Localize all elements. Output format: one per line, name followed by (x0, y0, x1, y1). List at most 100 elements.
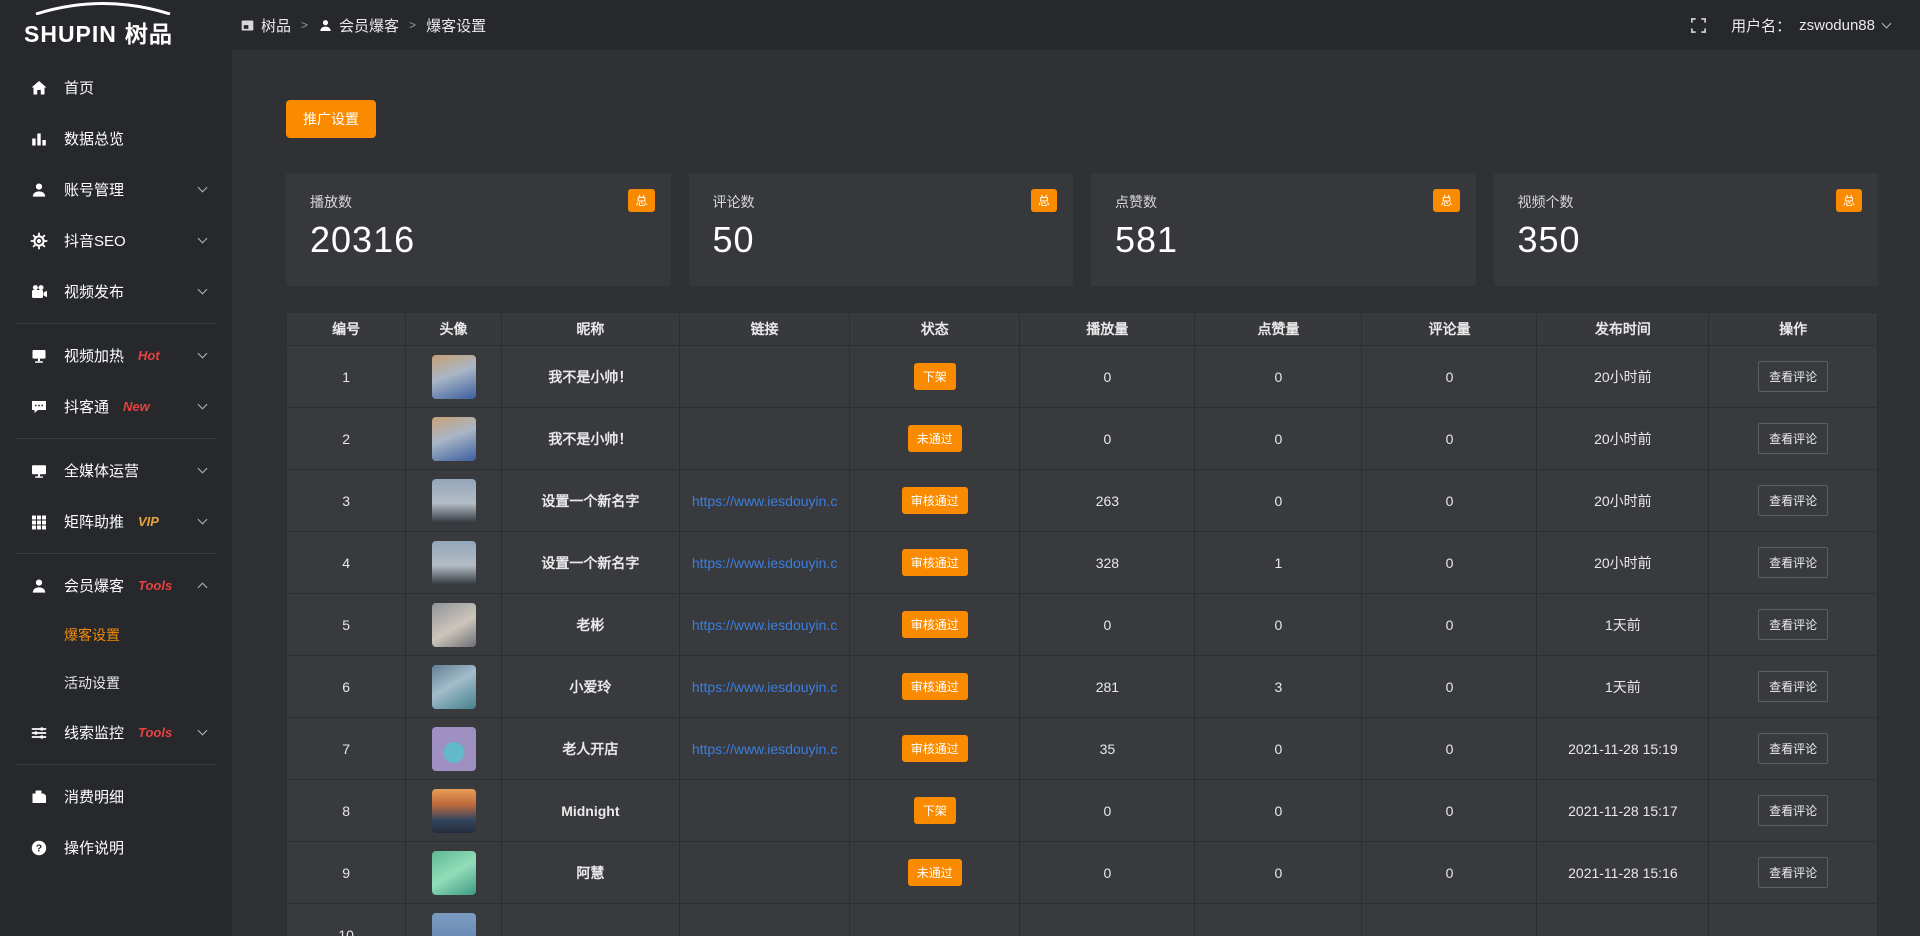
sidebar-item-0[interactable]: 首页 (0, 62, 232, 113)
video-link[interactable]: https://www.iesdouyin.c (680, 493, 849, 509)
video-camera-icon (30, 283, 48, 301)
sidebar-item-7[interactable]: 抖客通New (0, 381, 232, 432)
cell-nickname: 老人开店 (501, 718, 679, 780)
sidebar-item-13[interactable]: 线索监控Tools (0, 707, 232, 758)
view-comments-button[interactable]: 查看评论 (1758, 361, 1828, 392)
table-row-6: 6小爱玲https://www.iesdouyin.c审核通过281301天前查… (287, 656, 1878, 718)
avatar (432, 727, 476, 771)
value-plays: 328 (1096, 555, 1119, 571)
breadcrumb-item-3: 爆客设置 (426, 15, 486, 36)
sidebar-item-12[interactable]: 会员爆客Tools (0, 560, 232, 611)
cell-plays: 0 (1020, 346, 1195, 408)
video-link[interactable]: https://www.iesdouyin.c (680, 679, 849, 695)
chevron-down-icon (198, 464, 208, 474)
chevron-down-icon (198, 183, 208, 193)
video-link[interactable]: https://www.iesdouyin.c (680, 555, 849, 571)
app-logo[interactable]: SHUPIN 树品 (0, 2, 232, 49)
cell-action: 查看评论 (1709, 532, 1878, 594)
fullscreen-icon[interactable] (1690, 17, 1707, 34)
cell-time: 2021-11-28 15:19 (1537, 718, 1709, 780)
breadcrumb-separator: > (301, 18, 308, 32)
nickname: Midnight (561, 803, 619, 819)
view-comments-button[interactable]: 查看评论 (1758, 795, 1828, 826)
sidebar-item-16[interactable]: ?操作说明 (0, 822, 232, 873)
row-id: 9 (342, 865, 350, 881)
value-time: 20小时前 (1594, 369, 1652, 385)
status-badge: 审核通过 (902, 735, 968, 762)
cell-id: 5 (287, 594, 406, 656)
column-header-7: 评论量 (1362, 313, 1537, 346)
stat-card-value: 350 (1518, 219, 1855, 261)
value-time: 2021-11-28 15:17 (1568, 803, 1678, 819)
row-id: 4 (342, 555, 350, 571)
user-label: 用户名： (1731, 15, 1791, 36)
total-badge: 总 (1836, 189, 1862, 212)
cell-nickname (501, 904, 679, 936)
sidebar-item-9[interactable]: 全媒体运营 (0, 445, 232, 496)
breadcrumb-item-1[interactable]: 树品 (240, 15, 291, 36)
status-badge: 未通过 (908, 425, 962, 452)
chevron-down-icon (198, 349, 208, 359)
video-link[interactable]: https://www.iesdouyin.c (680, 617, 849, 633)
value-comments: 0 (1446, 431, 1454, 447)
sidebar: 首页数据总览账号管理抖音SEO 视频发布视频加热Hot抖客通New 全媒体运营矩阵助… (0, 50, 232, 936)
sidebar-item-2[interactable]: 账号管理 (0, 164, 232, 215)
status-badge: 下架 (914, 797, 956, 824)
view-comments-button[interactable]: 查看评论 (1758, 547, 1828, 578)
sidebar-item-label: 视频发布 (64, 281, 124, 302)
stat-card-0: 播放数总20316 (286, 173, 671, 286)
sidebar-item-3[interactable]: 抖音SEO (0, 215, 232, 266)
cell-action: 查看评论 (1709, 718, 1878, 780)
cell-comments: 0 (1362, 594, 1537, 656)
value-time: 1天前 (1605, 617, 1641, 633)
nickname: 设置一个新名字 (541, 493, 639, 509)
cell-likes: 0 (1195, 470, 1362, 532)
logo-arc (28, 2, 232, 15)
user-menu[interactable]: 用户名：zswodun88 (1731, 15, 1890, 36)
value-comments: 0 (1446, 493, 1454, 509)
cell-id: 3 (287, 470, 406, 532)
view-comments-button[interactable]: 查看评论 (1758, 609, 1828, 640)
sidebar-subitem-1[interactable]: 活动设置 (0, 659, 232, 707)
sidebar-item-tag: VIP (138, 514, 159, 529)
cell-time: 2021-11-28 15:17 (1537, 780, 1709, 842)
sidebar-divider (16, 764, 216, 765)
sidebar-item-label: 抖客通 (64, 396, 109, 417)
sidebar-item-10[interactable]: 矩阵助推VIP (0, 496, 232, 547)
row-id: 5 (342, 617, 350, 633)
promo-settings-button[interactable]: 推广设置 (286, 100, 376, 138)
value-time: 20小时前 (1594, 431, 1652, 447)
cell-status: 审核通过 (850, 594, 1020, 656)
view-comments-button[interactable]: 查看评论 (1758, 671, 1828, 702)
sidebar-item-6[interactable]: 视频加热Hot (0, 330, 232, 381)
monitor-icon (30, 462, 48, 480)
cell-plays: 328 (1020, 532, 1195, 594)
sidebar-item-label: 账号管理 (64, 179, 124, 200)
cell-comments: 0 (1362, 532, 1537, 594)
sidebar-item-15[interactable]: 消费明细 (0, 771, 232, 822)
cell-plays: 0 (1020, 408, 1195, 470)
value-plays: 281 (1096, 679, 1119, 695)
cell-time: 20小时前 (1537, 408, 1709, 470)
sidebar-item-1[interactable]: 数据总览 (0, 113, 232, 164)
sidebar-item-4[interactable]: 视频发布 (0, 266, 232, 317)
view-comments-button[interactable]: 查看评论 (1758, 733, 1828, 764)
view-comments-button[interactable]: 查看评论 (1758, 423, 1828, 454)
stat-card-3: 视频个数总350 (1494, 173, 1879, 286)
value-plays: 0 (1104, 431, 1112, 447)
video-link[interactable]: https://www.iesdouyin.c (680, 741, 849, 757)
status-badge: 审核通过 (902, 611, 968, 638)
view-comments-button[interactable]: 查看评论 (1758, 857, 1828, 888)
sidebar-subitem-0[interactable]: 爆客设置 (0, 611, 232, 659)
sidebar-item-tag: Tools (138, 578, 172, 593)
value-likes: 0 (1275, 741, 1283, 757)
value-comments: 0 (1446, 617, 1454, 633)
total-badge: 总 (1433, 189, 1459, 212)
cell-nickname: 设置一个新名字 (501, 470, 679, 532)
row-id: 8 (342, 803, 350, 819)
breadcrumb-item-2[interactable]: 会员爆客 (318, 15, 399, 36)
cell-avatar (406, 842, 501, 904)
cell-nickname: 设置一个新名字 (501, 532, 679, 594)
cell-time (1537, 904, 1709, 936)
view-comments-button[interactable]: 查看评论 (1758, 485, 1828, 516)
